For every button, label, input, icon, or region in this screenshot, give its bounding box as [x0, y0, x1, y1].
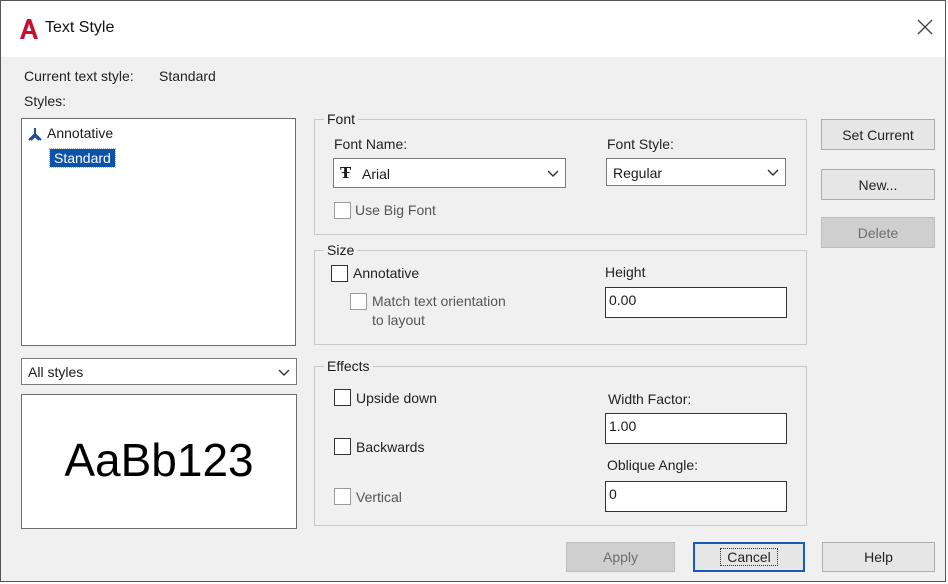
chevron-down-icon: [547, 170, 559, 177]
text-style-dialog: Text Style Current text style: Standard …: [0, 0, 946, 582]
truetype-font-icon: Ŧ: [340, 164, 352, 182]
list-item-label: Annotative: [47, 125, 114, 141]
set-current-button[interactable]: Set Current: [821, 119, 935, 150]
use-big-font-checkbox[interactable]: [334, 202, 351, 219]
title-bar: Text Style: [1, 1, 945, 57]
styles-list[interactable]: Annotative Standard: [21, 118, 296, 346]
chevron-down-icon: [767, 169, 779, 176]
oblique-angle-value: 0: [609, 486, 617, 502]
styles-label: Styles:: [24, 93, 67, 109]
backwards-label: Backwards: [356, 439, 425, 455]
autocad-app-icon: [20, 19, 38, 39]
upside-down-label: Upside down: [356, 390, 437, 406]
size-group-title: Size: [324, 242, 358, 258]
oblique-angle-label: Oblique Angle:: [607, 457, 699, 473]
cancel-button[interactable]: Cancel: [693, 542, 805, 572]
style-preview: AaBb123: [21, 394, 297, 529]
font-style-value: Regular: [613, 165, 663, 181]
height-value: 0.00: [609, 292, 637, 308]
delete-button[interactable]: Delete: [821, 217, 935, 248]
annotative-icon: [28, 128, 42, 141]
current-style-label: Current text style:: [24, 68, 134, 84]
style-filter-select[interactable]: All styles: [21, 358, 297, 385]
width-factor-value: 1.00: [609, 418, 637, 434]
match-orientation-label-line2: to layout: [372, 312, 425, 328]
width-factor-label: Width Factor:: [608, 391, 692, 407]
font-style-label: Font Style:: [607, 136, 674, 152]
dialog-title: Text Style: [45, 19, 115, 36]
close-icon[interactable]: [915, 17, 935, 37]
effects-group-title: Effects: [324, 358, 373, 374]
match-orientation-checkbox[interactable]: [350, 293, 367, 310]
font-name-label: Font Name:: [334, 136, 408, 152]
style-filter-value: All styles: [28, 364, 84, 380]
font-name-value: Arial: [362, 166, 391, 182]
annotative-checkbox[interactable]: [331, 265, 348, 282]
apply-button[interactable]: Apply: [566, 542, 675, 572]
height-input[interactable]: 0.00: [605, 287, 787, 318]
cancel-button-label: Cancel: [720, 548, 778, 566]
list-item-annotative[interactable]: Annotative: [28, 125, 113, 141]
font-group-title: Font: [324, 111, 359, 127]
vertical-checkbox[interactable]: [334, 488, 351, 505]
vertical-label: Vertical: [356, 489, 402, 505]
help-button[interactable]: Help: [822, 542, 935, 572]
font-name-select[interactable]: Ŧ Arial: [333, 158, 566, 188]
preview-sample-text: AaBb123: [64, 434, 254, 486]
width-factor-input[interactable]: 1.00: [605, 413, 787, 444]
new-button[interactable]: New...: [821, 169, 935, 200]
use-big-font-label: Use Big Font: [355, 202, 436, 218]
upside-down-checkbox[interactable]: [334, 389, 351, 406]
chevron-down-icon: [278, 369, 290, 376]
oblique-angle-input[interactable]: 0: [605, 481, 787, 512]
font-style-select[interactable]: Regular: [606, 158, 786, 186]
height-label: Height: [605, 264, 646, 280]
list-item-standard[interactable]: Standard: [49, 148, 116, 168]
annotative-label: Annotative: [353, 265, 420, 281]
backwards-checkbox[interactable]: [334, 438, 351, 455]
current-style-value: Standard: [159, 68, 216, 84]
match-orientation-label-line1: Match text orientation: [372, 293, 506, 309]
